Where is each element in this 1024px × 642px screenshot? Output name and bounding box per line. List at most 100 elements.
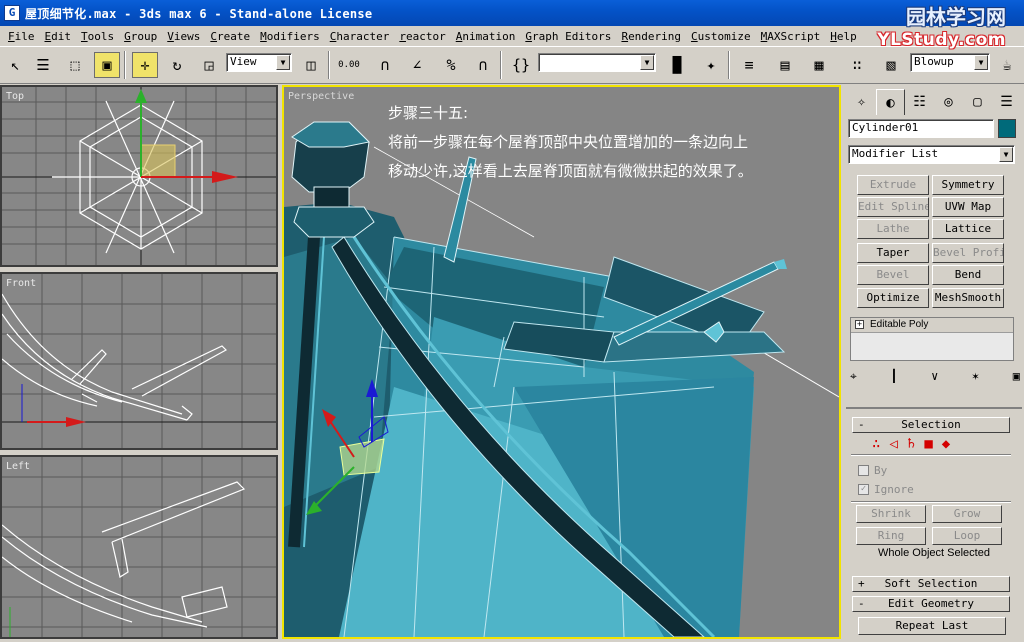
menu-file[interactable]: File — [8, 30, 35, 43]
menu-create[interactable]: Create — [210, 30, 250, 43]
percent-snap-icon[interactable]: % — [438, 52, 464, 78]
polygon-icon[interactable]: ■ — [924, 436, 932, 452]
modifier-taper-button[interactable]: Taper — [857, 243, 929, 263]
select-by-name-icon[interactable]: ☰ — [30, 52, 56, 78]
ignore-backfacing-label: Ignore — [874, 483, 914, 496]
stack-item[interactable]: + Editable Poly — [851, 318, 1013, 333]
object-name-field[interactable]: Cylinder01 — [848, 119, 994, 138]
menu-rendering[interactable]: Rendering — [621, 30, 681, 43]
menu-customize[interactable]: Customize — [691, 30, 751, 43]
viewport-label-left[interactable]: Left — [6, 461, 30, 472]
angle-snap-icon[interactable]: ∠ — [404, 52, 430, 78]
subobject-level-icons: ∴ ◁ ♄ ■ ◆ — [872, 435, 992, 453]
show-end-result-icon[interactable]: ┃ — [890, 369, 897, 387]
grow-button[interactable]: Grow — [932, 505, 1002, 523]
modify-tab-icon[interactable]: ◐ — [876, 89, 905, 115]
by-vertex-checkbox[interactable]: By — [858, 464, 887, 477]
ignore-backfacing-checkbox[interactable]: ✓ Ignore — [858, 483, 914, 496]
object-color-swatch[interactable] — [998, 119, 1016, 138]
reference-coord-dropdown[interactable]: View ▼ — [226, 53, 292, 72]
viewport-label-top[interactable]: Top — [6, 91, 24, 102]
menu-character[interactable]: Character — [330, 30, 390, 43]
modifier-list-value: Modifier List — [852, 147, 939, 160]
scale-icon[interactable]: ◲ — [196, 52, 222, 78]
loop-button[interactable]: Loop — [932, 527, 1002, 545]
modifier-stack[interactable]: + Editable Poly — [850, 317, 1014, 361]
hierarchy-tab-icon[interactable]: ☷ — [905, 89, 934, 115]
modifier-optimize-button[interactable]: Optimize — [857, 288, 929, 308]
watermark-line1: 园林学习网 — [906, 5, 1006, 29]
named-selection-dropdown[interactable]: ▼ — [538, 53, 656, 72]
magnet-snap-icon[interactable]: ∩ — [470, 52, 496, 78]
expand-icon[interactable]: + — [855, 319, 864, 329]
pin-stack-icon[interactable]: ⌖ — [850, 369, 857, 387]
rollout-area: - Selection ∴ ◁ ♄ ■ ◆ By ✓ Ignore Shrink G… — [846, 407, 1022, 642]
menu-animation[interactable]: Animation — [456, 30, 516, 43]
select-icon[interactable]: ↖ — [2, 52, 28, 78]
utilities-tab-icon[interactable]: ☰ — [992, 89, 1021, 115]
pivot-icon[interactable]: ◫ — [298, 52, 324, 78]
modifier-bevel-button[interactable]: Bevel — [857, 265, 929, 285]
spinner-snap-icon[interactable]: 0.00 — [336, 52, 362, 78]
mirror-icon[interactable]: ▐▌ — [664, 52, 690, 78]
viewport-perspective[interactable]: Perspective 步骤三十五: 将前一步骤在每个屋脊顶部中央位置增加的一条… — [282, 85, 841, 639]
snap-3d-icon[interactable]: ∩ — [372, 52, 398, 78]
watermark-line2: YLStudy.com — [877, 30, 1006, 50]
modifier-bevel-profile-button[interactable]: Bevel Profile — [932, 243, 1004, 263]
stack-toolbar: ⌖ ┃ ∨ ✶ ▣ — [850, 369, 1020, 387]
rotate-icon[interactable]: ↻ — [164, 52, 190, 78]
selection-status: Whole Object Selected — [878, 547, 990, 559]
app-icon[interactable]: G — [4, 5, 20, 21]
menu-graph-editors[interactable]: Graph Editors — [525, 30, 611, 43]
by-vertex-label: By — [874, 464, 888, 477]
menu-group[interactable]: Group — [124, 30, 157, 43]
soft-selection-rollout-header[interactable]: + Soft Selection — [852, 576, 1010, 592]
configure-modifier-sets-icon[interactable]: ▣ — [1013, 369, 1020, 387]
viewport-front[interactable]: Front — [0, 272, 278, 450]
modifier-lathe-button[interactable]: Lathe — [857, 219, 929, 239]
menu-views[interactable]: Views — [167, 30, 200, 43]
named-selection-icon[interactable]: {} — [508, 52, 534, 78]
modifier-uvw-map-button[interactable]: UVW Map — [932, 197, 1004, 217]
rect-region-icon[interactable]: ⬚ — [62, 52, 88, 78]
curve-editor-icon[interactable]: ▤ — [772, 52, 798, 78]
modifier-list-dropdown[interactable]: Modifier List ▼ — [848, 145, 1015, 164]
modifier-meshsmooth-button[interactable]: MeshSmooth — [932, 288, 1004, 308]
selection-rollout-header[interactable]: - Selection — [852, 417, 1010, 433]
align-icon[interactable]: ✦ — [698, 52, 724, 78]
remove-modifier-icon[interactable]: ✶ — [972, 369, 979, 387]
make-unique-icon[interactable]: ∨ — [931, 369, 938, 387]
shrink-button[interactable]: Shrink — [856, 505, 926, 523]
viewport-left[interactable]: Left — [0, 455, 278, 639]
modifier-extrude-button[interactable]: Extrude — [857, 175, 929, 195]
window-title: 屋顶细节化.max - 3ds max 6 - Stand-alone Lice… — [25, 6, 373, 21]
viewport-label-perspective[interactable]: Perspective — [288, 91, 354, 102]
viewport-top[interactable]: Top — [0, 85, 278, 267]
motion-tab-icon[interactable]: ◎ — [934, 89, 963, 115]
ring-button[interactable]: Ring — [856, 527, 926, 545]
create-tab-icon[interactable]: ✧ — [847, 89, 876, 115]
modifier-bend-button[interactable]: Bend — [932, 265, 1004, 285]
window-crossing-icon[interactable]: ▣ — [94, 52, 120, 78]
repeat-last-button[interactable]: Repeat Last — [858, 617, 1006, 635]
display-tab-icon[interactable]: ▢ — [963, 89, 992, 115]
modifier-symmetry-button[interactable]: Symmetry — [932, 175, 1004, 195]
edge-icon[interactable]: ◁ — [889, 436, 897, 452]
border-icon[interactable]: ♄ — [907, 436, 915, 452]
element-icon[interactable]: ◆ — [942, 436, 950, 452]
move-icon[interactable]: ✛ — [132, 52, 158, 78]
menu-modifiers[interactable]: Modifiers — [260, 30, 320, 43]
edit-geometry-rollout-header[interactable]: - Edit Geometry — [852, 596, 1010, 612]
chevron-down-icon: ▼ — [640, 55, 654, 70]
menu-reactor[interactable]: reactor — [399, 30, 445, 43]
modifier-lattice-button[interactable]: Lattice — [932, 219, 1004, 239]
layers-icon[interactable]: ≡ — [736, 52, 762, 78]
modifier-edit-spline-button[interactable]: Edit Spline — [857, 197, 929, 217]
menu-tools[interactable]: Tools — [81, 30, 114, 43]
viewport-label-front[interactable]: Front — [6, 278, 36, 289]
toolbar-divider — [728, 51, 730, 79]
rollout-divider — [851, 454, 1011, 456]
menu-edit[interactable]: Edit — [45, 30, 72, 43]
chevron-down-icon: ▼ — [974, 55, 988, 70]
vertex-icon[interactable]: ∴ — [872, 436, 880, 452]
